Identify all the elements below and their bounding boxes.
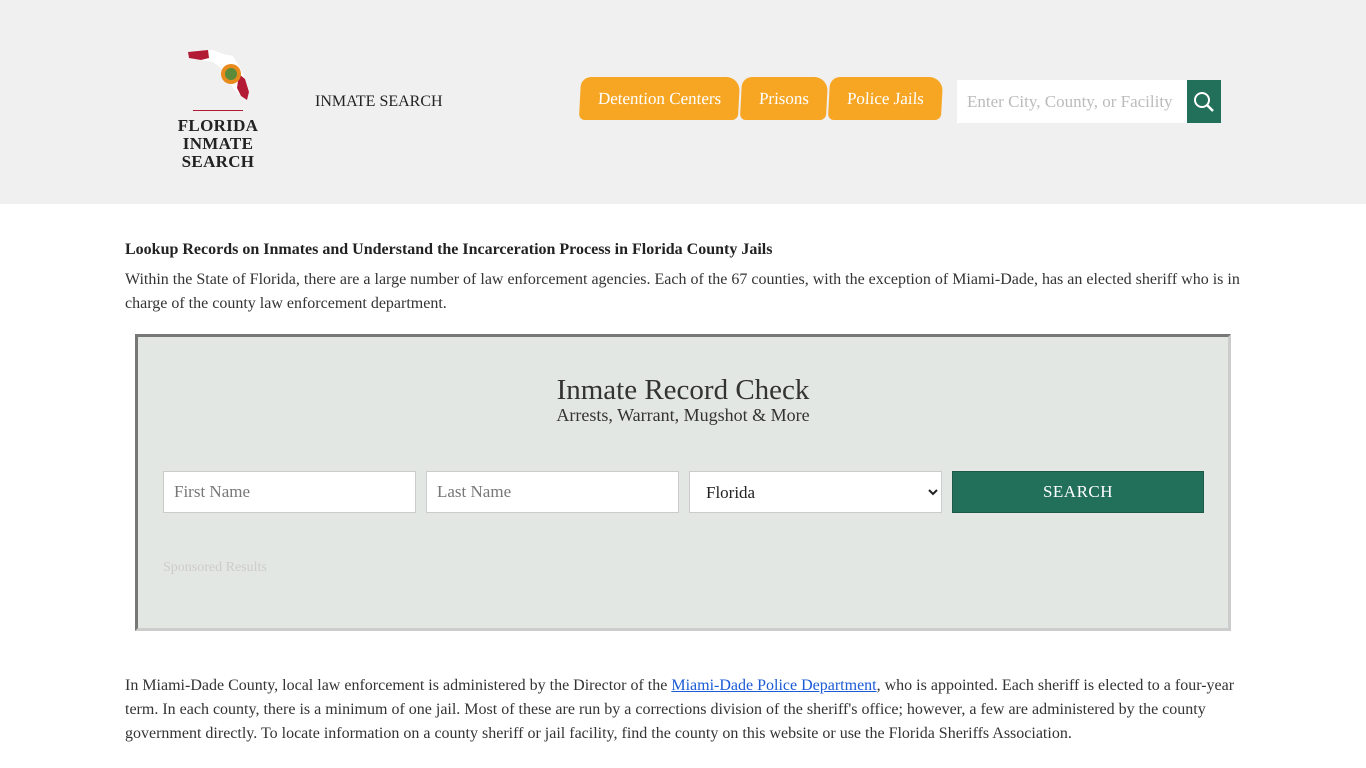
intro-paragraph: Within the State of Florida, there are a… — [125, 271, 1240, 312]
inmate-record-check: Inmate Record Check Arrests, Warrant, Mu… — [135, 334, 1231, 631]
florida-map-icon — [188, 50, 249, 100]
nav-prisons[interactable]: Prisons — [740, 77, 829, 120]
record-search-button[interactable]: SEARCH — [952, 471, 1204, 513]
record-check-subtitle: Arrests, Warrant, Mugshot & More — [556, 405, 810, 425]
page-heading: Lookup Records on Inmates and Understand… — [125, 241, 773, 258]
site-header: FLORIDA INMATE SEARCH INMATE SEARCH Dete… — [0, 0, 1366, 204]
search-button[interactable] — [1187, 80, 1221, 123]
site-logo[interactable]: FLORIDA INMATE SEARCH — [148, 44, 288, 171]
magnifier-icon — [1194, 91, 1214, 112]
p2-text-before: In Miami-Dade County, local law enforcem… — [125, 677, 672, 694]
miami-dade-paragraph: In Miami-Dade County, local law enforcem… — [125, 674, 1241, 746]
sponsored-results-label: Sponsored Results — [163, 560, 267, 575]
record-search-form: Florida SEARCH — [163, 471, 1204, 513]
logo-line-1: FLORIDA — [177, 116, 259, 135]
last-name-input[interactable] — [426, 471, 679, 513]
main-content: Lookup Records on Inmates and Understand… — [0, 241, 1366, 746]
nav-police-jails[interactable]: Police Jails — [828, 77, 944, 120]
first-name-input[interactable] — [163, 471, 416, 513]
record-check-title: Inmate Record Check — [556, 374, 810, 406]
state-select[interactable]: Florida — [689, 471, 942, 513]
site-title[interactable]: INMATE SEARCH — [315, 93, 443, 111]
logo-line-2: INMATE SEARCH — [181, 134, 255, 171]
facility-search — [957, 80, 1221, 123]
facility-search-input[interactable] — [957, 80, 1187, 123]
nav-detention-centers[interactable]: Detention Centers — [578, 77, 741, 120]
main-nav: Detention Centers Prisons Police Jails — [578, 77, 944, 120]
miami-dade-police-link[interactable]: Miami-Dade Police Department — [671, 677, 876, 694]
